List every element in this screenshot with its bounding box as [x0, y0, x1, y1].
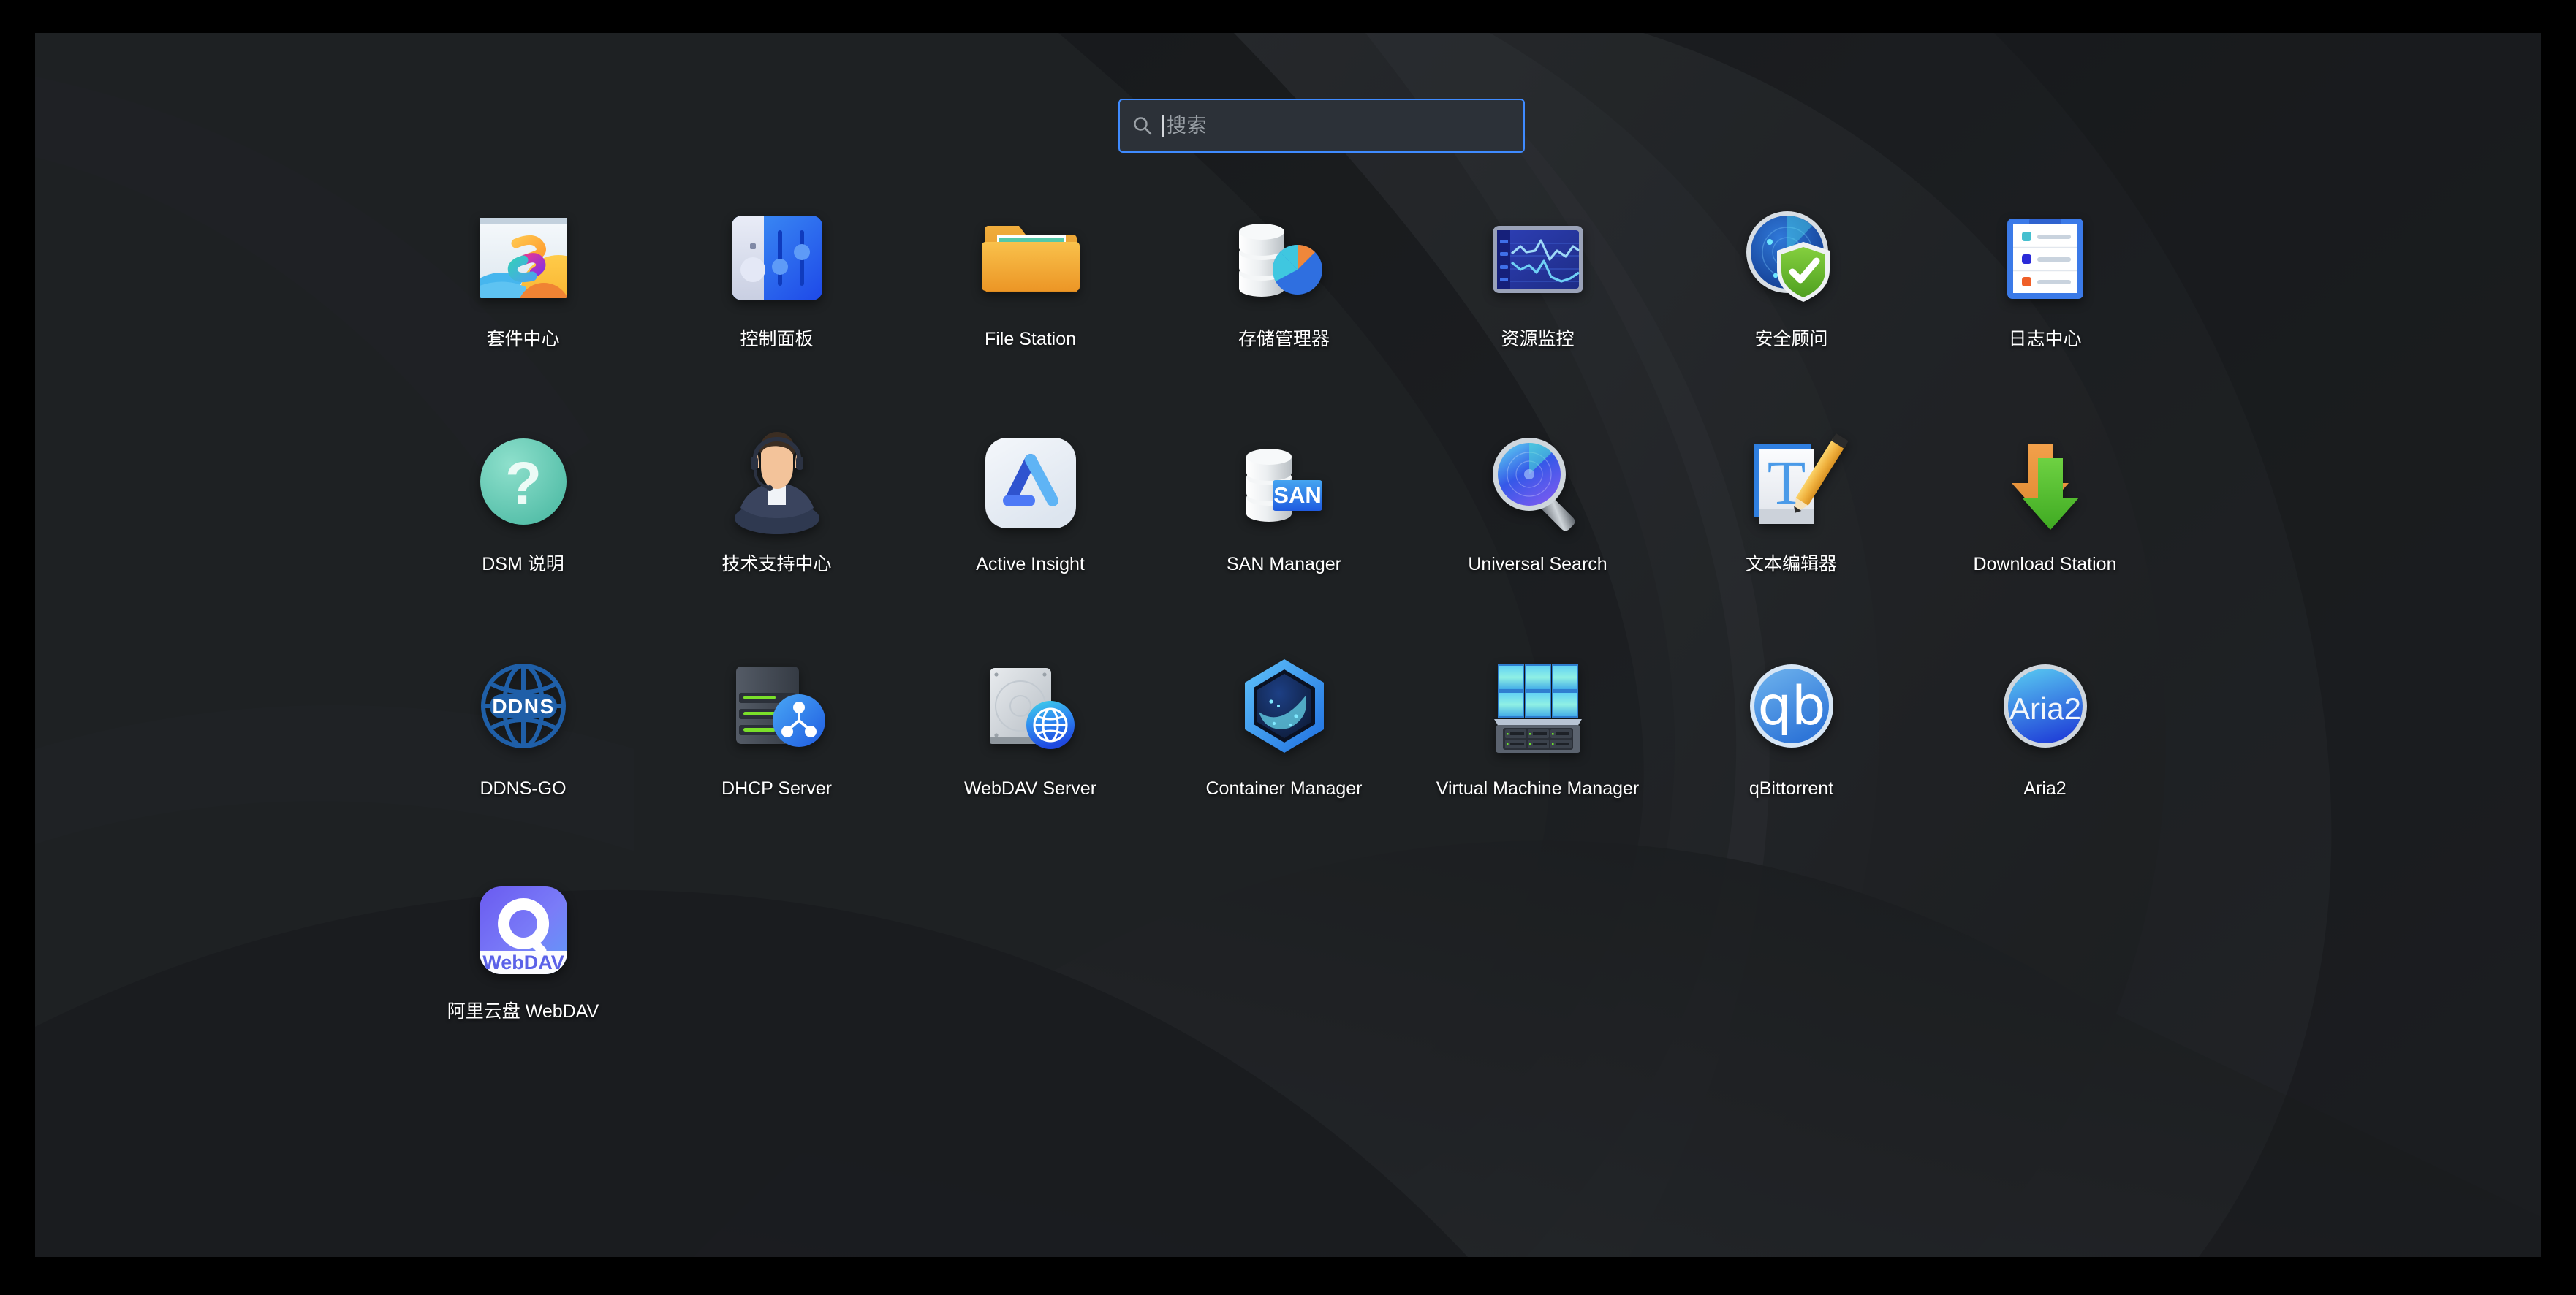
- app-grid: 套件中心 控制面板 File Station 存储管理器 资源监控 安全顾问 日…: [396, 200, 2172, 1062]
- help-mark: ?: [504, 450, 541, 517]
- file-station-icon: [972, 200, 1089, 316]
- log-center-icon: [1987, 200, 2104, 316]
- app-label: 日志中心: [2008, 329, 2082, 349]
- ddns-go-icon: DDNS: [465, 649, 582, 766]
- qbittorrent-icon: qb: [1733, 649, 1850, 766]
- ddns-badge-text: DDNS: [492, 695, 554, 718]
- app-label: 套件中心: [486, 329, 560, 349]
- app-label: 技术支持中心: [721, 554, 832, 574]
- app-label: Virtual Machine Manager: [1436, 778, 1640, 799]
- active-insight-icon: [972, 425, 1089, 542]
- text-cursor: [1162, 115, 1164, 137]
- app-label: 资源监控: [1501, 329, 1575, 349]
- dhcp-server-icon: [719, 649, 836, 766]
- app-label: DHCP Server: [721, 778, 832, 799]
- storage-manager-icon: [1226, 200, 1343, 316]
- package-center-icon: [465, 200, 582, 316]
- webdav-server-icon: [972, 649, 1089, 766]
- app-label: DDNS-GO: [480, 778, 567, 799]
- webdav-badge-text: WebDAV: [482, 952, 564, 973]
- app-row: 套件中心 控制面板 File Station 存储管理器 资源监控 安全顾问 日…: [396, 200, 2172, 425]
- dsm-desktop[interactable]: 搜索 套件中心 控制面板 File Station 存储管理器 资源监控 安全顾…: [35, 33, 2541, 1257]
- aria2-icon: Aria2: [1987, 649, 2104, 766]
- app-label: 阿里云盘 WebDAV: [447, 1001, 599, 1022]
- san-manager-icon: SAN: [1226, 425, 1343, 542]
- app-label: qBittorrent: [1749, 778, 1834, 799]
- search-input[interactable]: 搜索: [1118, 99, 1525, 153]
- virtual-machine-manager-icon: [1480, 649, 1596, 766]
- search-placeholder: 搜索: [1167, 114, 1207, 137]
- app-label: Aria2: [2023, 778, 2067, 799]
- app-row: DDNS DDNS-GO DHCP Server WebDAV Server C…: [396, 649, 2172, 872]
- app-label: 安全顾问: [1754, 329, 1828, 349]
- app-label: Universal Search: [1468, 554, 1607, 574]
- app-label: Container Manager: [1205, 778, 1363, 799]
- app-label: 控制面板: [740, 329, 814, 349]
- control-panel-icon: [719, 200, 836, 316]
- app-label: Download Station: [1973, 554, 2117, 574]
- screen-letterbox: 搜索 套件中心 控制面板 File Station 存储管理器 资源监控 安全顾…: [0, 0, 2576, 1295]
- search-icon: [1132, 115, 1153, 137]
- app-label: DSM 说明: [482, 554, 564, 574]
- download-station-icon: [1987, 425, 2104, 542]
- san-badge-text: SAN: [1273, 482, 1321, 508]
- aria2-text: Aria2: [2009, 691, 2080, 726]
- app-label: WebDAV Server: [963, 778, 1097, 799]
- support-center-icon: [719, 425, 836, 542]
- aliyun-webdav-icon: WebDAV: [465, 872, 582, 989]
- universal-search-icon: [1480, 425, 1596, 542]
- app-label: 存储管理器: [1238, 329, 1330, 349]
- app-label: SAN Manager: [1226, 554, 1342, 574]
- security-advisor-icon: [1733, 200, 1850, 316]
- app-label: File Station: [984, 329, 1077, 349]
- app-label: Active Insight: [976, 554, 1085, 574]
- app-row: ? DSM 说明 技术支持中心 Active Insight SAN SAN M…: [396, 425, 2172, 649]
- dsm-help-icon: ?: [465, 425, 582, 542]
- text-editor-icon: T: [1733, 425, 1850, 542]
- container-manager-icon: [1226, 649, 1343, 766]
- resource-monitor-icon: [1480, 200, 1596, 316]
- qb-text: qb: [1757, 675, 1825, 737]
- app-label: 文本编辑器: [1745, 554, 1837, 574]
- app-row: WebDAV 阿里云盘 WebDAV: [396, 872, 2172, 1062]
